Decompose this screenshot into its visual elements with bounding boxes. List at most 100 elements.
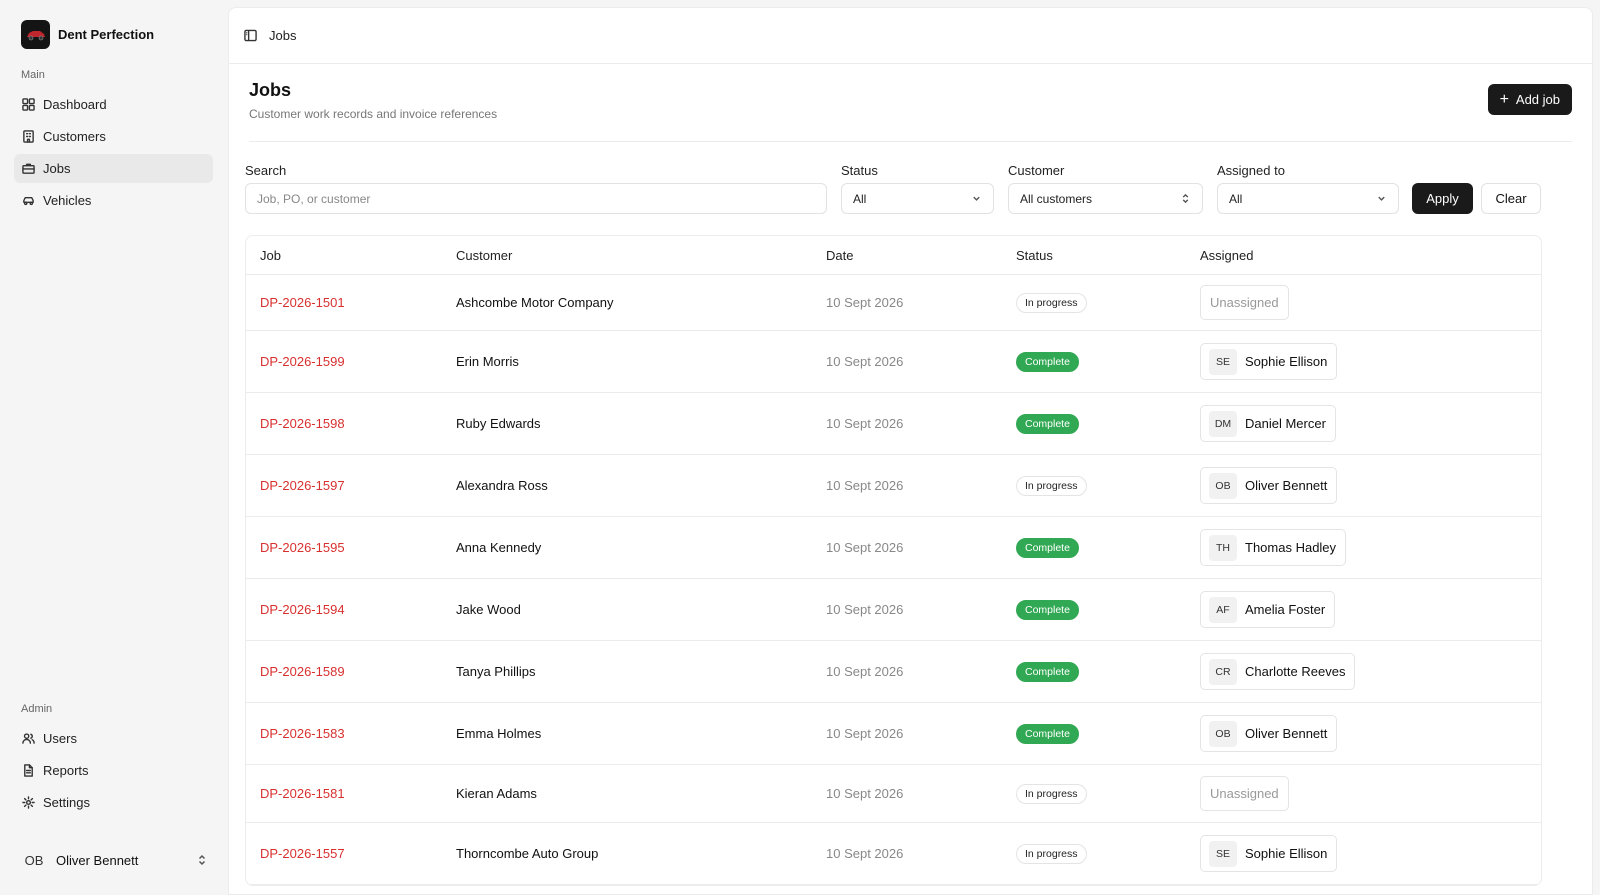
assignee-chip[interactable]: AF Amelia Foster — [1200, 591, 1336, 628]
building-icon — [23, 130, 34, 143]
status-select-value: All — [853, 191, 867, 206]
assignee-chip[interactable]: CR Charlotte Reeves — [1200, 653, 1356, 690]
sidebar-item-settings[interactable]: Settings — [14, 788, 213, 817]
date-cell: 10 Sept 2026 — [826, 602, 904, 617]
assigned-select-value: All — [1229, 191, 1243, 206]
customer-label: Customer — [1008, 163, 1065, 178]
job-link[interactable]: DP-2026-1501 — [260, 295, 345, 310]
chevron-down-icon — [973, 196, 980, 201]
file-icon — [24, 764, 33, 777]
job-link[interactable]: DP-2026-1598 — [260, 416, 345, 431]
table-row[interactable]: DP-2026-1501 Ashcombe Motor Company 10 Sep… — [246, 275, 1541, 331]
status-badge: In progress — [1016, 475, 1087, 496]
status-badge: Complete — [1016, 537, 1079, 558]
job-link[interactable]: DP-2026-1581 — [260, 786, 345, 801]
customer-cell: Alexandra Ross — [456, 478, 548, 493]
column-header-date[interactable]: Date — [826, 248, 1016, 263]
avatar: OB — [1209, 472, 1237, 499]
section-label-admin: Admin — [21, 703, 53, 715]
assigned-select[interactable]: All — [1217, 183, 1399, 214]
customer-cell: Erin Morris — [456, 354, 519, 369]
jobs-table: Job Customer Date Status Assigned DP-202… — [245, 235, 1542, 886]
page-subtitle: Customer work records and invoice refere… — [249, 107, 498, 121]
sidebar-item-label: Vehicles — [43, 193, 92, 208]
apply-button[interactable]: Apply — [1412, 183, 1473, 214]
table-row[interactable]: DP-2026-1595 Anna Kennedy 10 Sept 2026 Comp… — [246, 517, 1541, 579]
sidebar-item-label: Settings — [43, 795, 90, 810]
job-link[interactable]: DP-2026-1583 — [260, 726, 345, 741]
table-row[interactable]: DP-2026-1589 Tanya Phillips 10 Sept 2026 Co… — [246, 641, 1541, 703]
job-link[interactable]: DP-2026-1557 — [260, 846, 345, 861]
status-select[interactable]: All — [841, 183, 994, 214]
briefcase-icon — [22, 163, 35, 174]
sidebar-item-users[interactable]: Users — [14, 724, 213, 753]
avatar: SE — [1209, 840, 1237, 867]
unassigned-chip[interactable]: Unassigned — [1200, 776, 1289, 811]
assignee-chip[interactable]: DM Daniel Mercer — [1200, 405, 1336, 442]
table-header: Job Customer Date Status Assigned — [246, 236, 1541, 275]
job-link[interactable]: DP-2026-1597 — [260, 478, 345, 493]
status-badge: In progress — [1016, 843, 1087, 864]
breadcrumb: Jobs — [269, 28, 297, 43]
table-row[interactable]: DP-2026-1583 Emma Holmes 10 Sept 2026 Compl… — [246, 703, 1541, 765]
avatar: DM — [1209, 410, 1237, 437]
avatar: SE — [1209, 348, 1237, 375]
customer-select-value: All customers — [1020, 191, 1093, 206]
assignee-chip[interactable]: OB Oliver Bennett — [1200, 467, 1338, 504]
table-row[interactable]: DP-2026-1599 Erin Morris 10 Sept 2026 Compl… — [246, 331, 1541, 393]
clear-button[interactable]: Clear — [1481, 183, 1541, 214]
job-link[interactable]: DP-2026-1594 — [260, 602, 345, 617]
date-cell: 10 Sept 2026 — [826, 846, 904, 861]
assignee-name: Sophie Ellison — [1245, 354, 1328, 369]
status-badge: In progress — [1016, 783, 1087, 804]
status-badge: Complete — [1016, 661, 1079, 682]
add-job-button[interactable]: + Add job — [1487, 84, 1572, 115]
car-logo-icon — [21, 20, 50, 49]
sidebar: Dent Perfection Main Dashboard Customers… — [0, 0, 228, 895]
status-badge: Complete — [1016, 599, 1079, 620]
assignee-chip[interactable]: OB Oliver Bennett — [1200, 715, 1338, 752]
column-header-job[interactable]: Job — [246, 248, 456, 263]
column-header-assigned[interactable]: Assigned — [1200, 248, 1541, 263]
unassigned-chip[interactable]: Unassigned — [1200, 285, 1289, 320]
assignee-name: Daniel Mercer — [1245, 416, 1326, 431]
job-link[interactable]: DP-2026-1595 — [260, 540, 345, 555]
brand[interactable]: Dent Perfection — [21, 20, 154, 49]
sidebar-toggle-icon[interactable] — [244, 29, 257, 42]
sidebar-item-dashboard[interactable]: Dashboard — [14, 90, 213, 119]
date-cell: 10 Sept 2026 — [826, 786, 904, 801]
column-header-status[interactable]: Status — [1016, 248, 1200, 263]
job-link[interactable]: DP-2026-1599 — [260, 354, 345, 369]
assigned-label: Assigned to — [1217, 163, 1285, 178]
assignee-chip[interactable]: SE Sophie Ellison — [1200, 835, 1338, 872]
job-link[interactable]: DP-2026-1589 — [260, 664, 345, 679]
customer-select[interactable]: All customers — [1008, 183, 1203, 214]
sidebar-item-jobs[interactable]: Jobs — [14, 154, 213, 183]
assignee-chip[interactable]: TH Thomas Hadley — [1200, 529, 1347, 566]
table-row[interactable]: DP-2026-1557 Thorncombe Auto Group 10 Sept… — [246, 823, 1541, 885]
user-menu[interactable]: OB Oliver Bennett — [20, 847, 208, 873]
brand-name: Dent Perfection — [58, 27, 155, 42]
table-row[interactable]: DP-2026-1581 Kieran Adams 10 Sept 2026 In p… — [246, 765, 1541, 823]
car-icon — [23, 197, 34, 206]
status-badge: Complete — [1016, 413, 1079, 434]
date-cell: 10 Sept 2026 — [826, 295, 904, 310]
sidebar-item-label: Users — [43, 731, 77, 746]
table-row[interactable]: DP-2026-1598 Ruby Edwards 10 Sept 2026 Comp… — [246, 393, 1541, 455]
date-cell: 10 Sept 2026 — [826, 354, 904, 369]
assignee-chip[interactable]: SE Sophie Ellison — [1200, 343, 1338, 380]
status-badge: Complete — [1016, 723, 1079, 744]
user-name: Oliver Bennett — [56, 852, 139, 868]
table-row[interactable]: DP-2026-1594 Jake Wood 10 Sept 2026 Complet… — [246, 579, 1541, 641]
sidebar-item-reports[interactable]: Reports — [14, 756, 213, 785]
sidebar-item-label: Reports — [43, 763, 89, 778]
status-badge: In progress — [1016, 292, 1087, 313]
topbar: Jobs — [229, 8, 1592, 64]
avatar: CR — [1209, 658, 1237, 685]
sidebar-item-vehicles[interactable]: Vehicles — [14, 186, 213, 215]
search-input[interactable]: Job, PO, or customer — [245, 183, 827, 214]
search-placeholder: Job, PO, or customer — [257, 191, 371, 206]
table-row[interactable]: DP-2026-1597 Alexandra Ross 10 Sept 2026 In… — [246, 455, 1541, 517]
column-header-customer[interactable]: Customer — [456, 248, 826, 263]
sidebar-item-customers[interactable]: Customers — [14, 122, 213, 151]
